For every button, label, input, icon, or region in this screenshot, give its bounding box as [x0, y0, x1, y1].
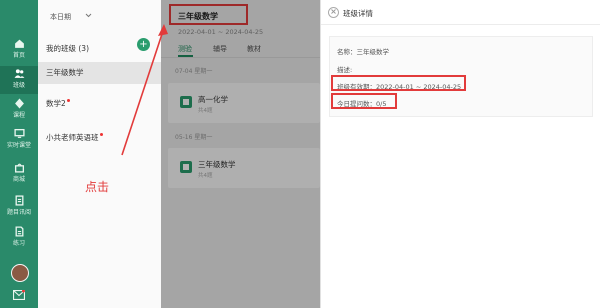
nav-class-label: 班级: [12, 82, 25, 89]
practice-icon: [15, 226, 23, 237]
mail-icon: [12, 289, 26, 301]
drawer-divider: [321, 24, 600, 25]
drawer-title: 班级详情: [343, 9, 373, 18]
live-class-icon: [13, 128, 25, 138]
nav-question-label: 题目讯阅: [6, 209, 31, 216]
my-classes-header: 我的班级 (3): [46, 44, 90, 53]
nav-live[interactable]: 实时课堂: [0, 126, 38, 154]
nav-class[interactable]: 班级: [0, 66, 38, 94]
nav-practice[interactable]: 练习: [0, 224, 38, 252]
user-avatar[interactable]: [11, 264, 29, 282]
course-icon: [14, 98, 24, 109]
home-icon: [14, 39, 24, 48]
class-name-field: 名称：三年级数学: [337, 48, 389, 56]
nav-store-label: 商城: [12, 176, 25, 183]
daily-highlight-box: [331, 93, 397, 109]
class-item-label: 数学2: [46, 99, 66, 108]
class-desc-field: 描述:: [337, 66, 353, 74]
annotation-label: 点击: [85, 180, 110, 194]
class-detail-drawer: 班级详情 名称：三年级数学 描述: 班级有效期：2022-04-01 ~ 202…: [320, 0, 600, 308]
class-icon: [14, 69, 24, 78]
unread-dot: [66, 99, 70, 102]
nav-course[interactable]: 课程: [0, 96, 38, 124]
annotation-arrow: [121, 24, 168, 156]
modal-overlay[interactable]: [161, 0, 320, 308]
nav-store[interactable]: 商城: [0, 160, 38, 188]
class-item-label: 三年级数学: [46, 68, 84, 77]
nav-question[interactable]: 题目讯阅: [0, 193, 38, 221]
store-icon: [14, 163, 24, 173]
close-button[interactable]: [328, 7, 339, 18]
nav-course-label: 课程: [12, 112, 25, 119]
validity-highlight-box: [331, 75, 466, 91]
close-icon: [331, 9, 336, 14]
nav-practice-label: 练习: [12, 240, 25, 247]
nav-live-label: 实时课堂: [6, 142, 31, 149]
main-nav: 首页 班级 课程 实时课堂 商城 题目讯阅 练习: [0, 0, 38, 308]
chevron-down-icon[interactable]: [85, 13, 92, 18]
question-icon: [15, 195, 23, 206]
nav-home-label: 首页: [12, 52, 25, 59]
term-select[interactable]: 本日期: [50, 12, 71, 22]
mail-button[interactable]: [12, 289, 26, 302]
nav-home[interactable]: 首页: [0, 36, 38, 64]
